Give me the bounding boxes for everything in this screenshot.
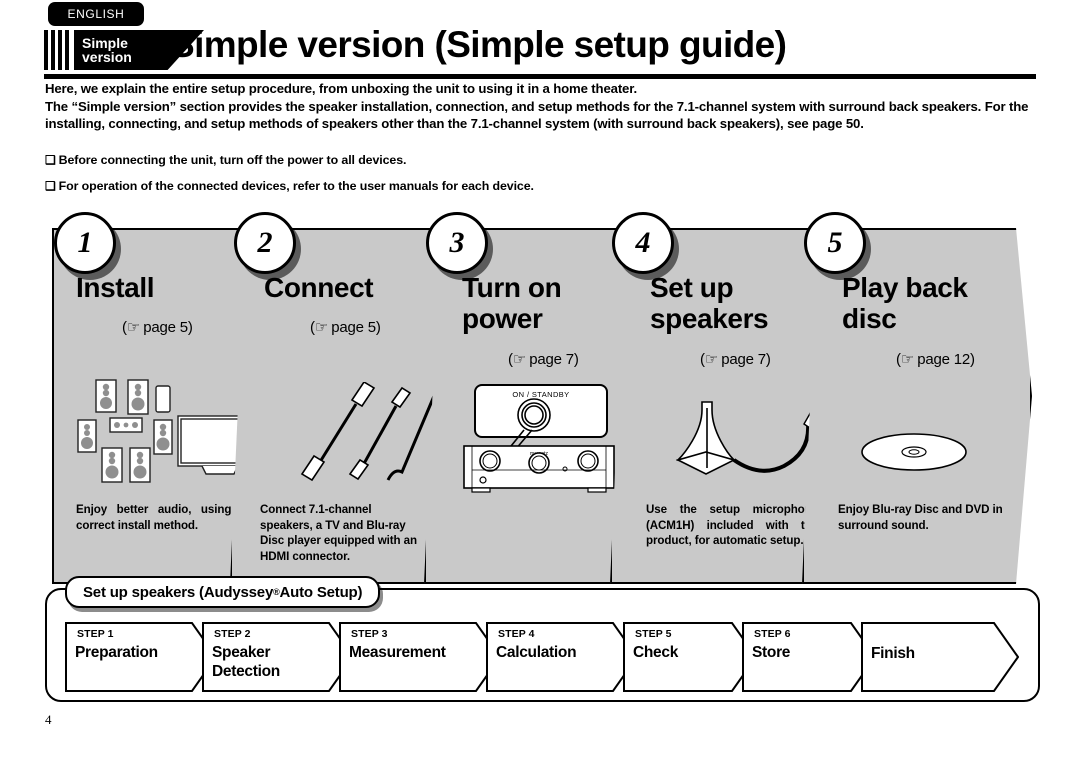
panel-1-page-ref-text: page 5 (143, 319, 188, 336)
step-bubble-3: 3 (426, 212, 488, 274)
step-bubble-5: 5 (804, 212, 866, 274)
flow-step-2-name: Speaker Detection (212, 644, 280, 680)
panel-5-caption: Enjoy Blu-ray Disc and DVD in surround s… (838, 503, 1003, 532)
page-number: 4 (45, 712, 52, 727)
flow-title-suffix: Auto Setup) (279, 583, 363, 601)
setup-steps-panels: Install (☞ page 5) Enjoy better audio, u… (30, 212, 1050, 584)
flow-step-5-name: Check (633, 644, 679, 661)
panel-4-page-ref: (☞ page 7) (700, 351, 771, 368)
panel-2-title: Connect (264, 272, 374, 303)
section-bars-icon (44, 30, 70, 70)
panel-set-up-speakers: Set up speakers (☞ page 7) Use the setup… (610, 228, 838, 584)
panel-1-caption: Enjoy better audio, using the correct in… (76, 503, 258, 532)
flow-title: Set up speakers (Audyssey ® Auto Setup) (65, 576, 381, 608)
pointing-hand-icon: ☞ (900, 351, 914, 368)
panel-4-page-ref-text: page 7 (721, 351, 766, 368)
flow-step-6-name: Store (752, 644, 791, 661)
flow-title-prefix: Set up speakers (Audyssey (83, 583, 274, 601)
flow-step-3-name: Measurement (349, 644, 446, 661)
language-badge: ENGLISH (48, 2, 144, 26)
flow-step-2: STEP 2 Speaker Detection (202, 622, 354, 692)
flow-step-1: STEP 1 Preparation (65, 622, 217, 692)
title-row: Simple version Simple version (Simple se… (44, 24, 1036, 72)
audyssey-flow-container: Set up speakers (Audyssey ® Auto Setup) S… (45, 576, 1040, 702)
intro-line-1: Here, we explain the entire setup proced… (45, 81, 638, 96)
panel-3-title: Turn on power (462, 272, 562, 334)
panel-1-page-ref: (☞ page 5) (122, 319, 193, 336)
flow-step-1-name: Preparation (75, 644, 158, 661)
note-2-text: For operation of the connected devices, … (58, 179, 534, 193)
page-title: Simple version (Simple setup guide) (170, 24, 787, 65)
checkbox-outline-icon: ❑ (45, 179, 56, 193)
pointing-hand-icon: ☞ (704, 351, 718, 368)
panel-2-page-ref-text: page 5 (331, 319, 376, 336)
panel-3-page-ref-text: page 7 (529, 351, 574, 368)
pointing-hand-icon: ☞ (126, 319, 140, 336)
note-1-text: Before connecting the unit, turn off the… (58, 153, 407, 167)
title-divider (44, 74, 1036, 79)
setup-microphone-diagram (675, 399, 823, 475)
flow-step-3: STEP 3 Measurement (339, 622, 501, 692)
flow-step-finish-name: Finish (871, 645, 915, 662)
flow-step-5: STEP 5 Check (623, 622, 757, 692)
step-bubble-2: 2 (234, 212, 296, 274)
panel-connect: Connect (☞ page 5) Connect 7.1-channel s… (230, 228, 450, 584)
checkbox-outline-icon: ❑ (45, 153, 56, 167)
panel-4-caption: Use the setup microphone (ACM1H) include… (646, 503, 818, 547)
flow-step-4: STEP 4 Calculation (486, 622, 638, 692)
flow-step-finish: Finish (861, 622, 1019, 692)
pointing-hand-icon: ☞ (314, 319, 328, 336)
panel-4-title: Set up speakers (650, 272, 769, 334)
flow-step-1-label: STEP 1 (77, 628, 114, 640)
flow-step-4-name: Calculation (496, 644, 577, 661)
panel-2-page-ref: (☞ page 5) (310, 319, 381, 336)
panel-5-page-ref: (☞ page 12) (896, 351, 975, 368)
note-item-1: ❑ Before connecting the unit, turn off th… (45, 153, 406, 167)
flow-step-4-label: STEP 4 (498, 628, 535, 640)
flow-step-6: STEP 6 Store (742, 622, 876, 692)
receiver-diagram: marantz (463, 429, 615, 493)
panel-5-title: Play back disc (842, 272, 968, 334)
panel-1-title: Install (76, 272, 155, 303)
step-bubble-4: 4 (612, 212, 674, 274)
flow-step-3-label: STEP 3 (351, 628, 388, 640)
cables-diagram (300, 382, 446, 482)
panel-2-caption: Connect 7.1-channel speakers, a TV and B… (260, 503, 417, 563)
intro-text: Here, we explain the entire setup proced… (45, 80, 1040, 133)
flow-step-5-label: STEP 5 (635, 628, 672, 640)
panel-play-back-disc: Play back disc (☞ page 12) Enjoy Blu-ray… (802, 228, 1032, 584)
optical-disc-diagram (861, 433, 967, 471)
intro-line-2: The “Simple version” section provides th… (45, 98, 1029, 132)
step-bubble-1: 1 (54, 212, 116, 274)
note-item-2: ❑ For operation of the connected devices,… (45, 179, 534, 193)
flow-step-6-label: STEP 6 (754, 628, 791, 640)
panel-5-page-ref-text: page 12 (917, 351, 971, 368)
panel-3-page-ref: (☞ page 7) (508, 351, 579, 368)
pointing-hand-icon: ☞ (512, 351, 526, 368)
flow-step-2-label: STEP 2 (214, 628, 251, 640)
